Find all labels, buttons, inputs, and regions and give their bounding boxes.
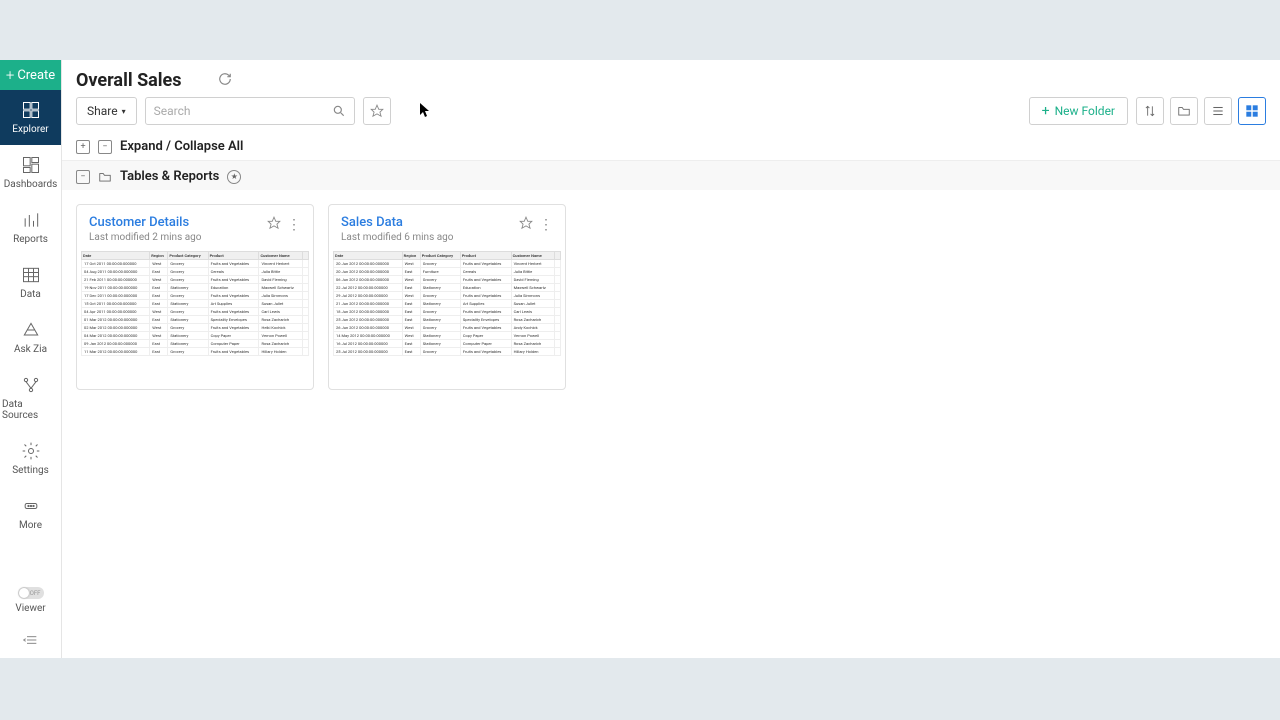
sidebar-item-data-sources[interactable]: Data Sources (0, 365, 61, 431)
main-content: Overall Sales Share ▾ + New Folder (62, 60, 1280, 658)
collapse-icon (23, 632, 39, 648)
sidebar-item-label: Explorer (12, 124, 48, 135)
toggle-switch[interactable]: OFF (18, 587, 44, 599)
grid-icon (1245, 104, 1259, 118)
folder-collapse-button[interactable]: − (76, 170, 90, 184)
folder-icon (1177, 104, 1191, 118)
sidebar-item-label: Settings (12, 465, 49, 476)
expand-all-button[interactable]: + (76, 140, 90, 154)
sidebar-item-data[interactable]: Data (0, 255, 61, 310)
sort-icon (1143, 104, 1157, 118)
page-header: Overall Sales (62, 60, 1280, 97)
favorite-filter-button[interactable] (363, 97, 391, 125)
sidebar-item-label: Data Sources (2, 399, 59, 421)
list-view-button[interactable] (1204, 97, 1232, 125)
sidebar-item-label: Dashboards (4, 179, 58, 190)
sidebar-item-label: Data (20, 289, 41, 300)
sidebar-item-reports[interactable]: Reports (0, 200, 61, 255)
report-card[interactable]: Customer Details Last modified 2 mins ag… (76, 204, 314, 390)
folder-icon (98, 170, 112, 184)
list-icon (1211, 104, 1225, 118)
data-sources-icon (21, 375, 41, 395)
page-title: Overall Sales (76, 70, 182, 91)
folder-view-button[interactable] (1170, 97, 1198, 125)
expand-collapse-row: + − Expand / Collapse All (62, 133, 1280, 161)
sidebar-item-label: Reports (13, 234, 48, 245)
sidebar-item-explorer[interactable]: Explorer (0, 90, 61, 145)
chevron-down-icon: ▾ (122, 107, 126, 116)
folder-row[interactable]: − Tables & Reports ★ (62, 161, 1280, 190)
starred-badge[interactable]: ★ (227, 170, 241, 184)
card-menu-button[interactable]: ⋮ (539, 218, 553, 232)
star-icon (267, 216, 281, 230)
card-title: Sales Data (341, 215, 519, 230)
cards-container: Customer Details Last modified 2 mins ag… (62, 190, 1280, 404)
sidebar-item-label: Ask Zia (14, 344, 47, 355)
card-favorite-button[interactable] (519, 215, 533, 234)
collapse-sidebar-button[interactable] (0, 622, 61, 658)
sidebar-item-settings[interactable]: Settings (0, 431, 61, 486)
plus-icon: + (1042, 103, 1050, 119)
new-folder-label: New Folder (1055, 104, 1115, 118)
card-subtitle: Last modified 6 mins ago (341, 232, 519, 243)
folder-name: Tables & Reports (120, 169, 219, 184)
card-favorite-button[interactable] (267, 215, 281, 234)
card-title: Customer Details (89, 215, 267, 230)
data-icon (21, 265, 41, 285)
search-box (145, 97, 355, 125)
report-card[interactable]: Sales Data Last modified 6 mins ago ⋮ Da… (328, 204, 566, 390)
star-icon (370, 104, 384, 118)
settings-icon (21, 441, 41, 461)
search-icon (332, 104, 346, 118)
collapse-all-button[interactable]: − (98, 140, 112, 154)
create-label: Create (17, 68, 55, 83)
sidebar-item-label: More (19, 520, 42, 531)
toolbar: Share ▾ + New Folder (62, 97, 1280, 133)
create-button[interactable]: + Create (0, 60, 61, 90)
sidebar-item-dashboards[interactable]: Dashboards (0, 145, 61, 200)
sidebar-item-more[interactable]: More (0, 486, 61, 541)
share-label: Share (87, 104, 118, 118)
card-preview: DateRegionProduct CategoryProductCustome… (77, 251, 313, 389)
more-icon (21, 496, 41, 516)
viewer-toggle[interactable]: OFF Viewer (0, 579, 61, 622)
ask-zia-icon (21, 320, 41, 340)
refresh-button[interactable] (218, 71, 232, 90)
sidebar-item-ask-zia[interactable]: Ask Zia (0, 310, 61, 365)
sort-button[interactable] (1136, 97, 1164, 125)
explorer-icon (21, 100, 41, 120)
card-preview: DateRegionProduct CategoryProductCustome… (329, 251, 565, 389)
refresh-icon (218, 72, 232, 86)
viewer-label: Viewer (15, 603, 45, 614)
reports-icon (21, 210, 41, 230)
plus-icon: + (6, 66, 14, 84)
card-menu-button[interactable]: ⋮ (287, 218, 301, 232)
grid-view-button[interactable] (1238, 97, 1266, 125)
share-button[interactable]: Share ▾ (76, 97, 137, 125)
card-subtitle: Last modified 2 mins ago (89, 232, 267, 243)
sidebar: + Create Explorer Dashboards Reports Dat… (0, 60, 62, 658)
dashboards-icon (21, 155, 41, 175)
expand-collapse-label: Expand / Collapse All (120, 139, 243, 154)
new-folder-button[interactable]: + New Folder (1029, 97, 1128, 125)
star-icon (519, 216, 533, 230)
search-input[interactable] (154, 104, 332, 118)
